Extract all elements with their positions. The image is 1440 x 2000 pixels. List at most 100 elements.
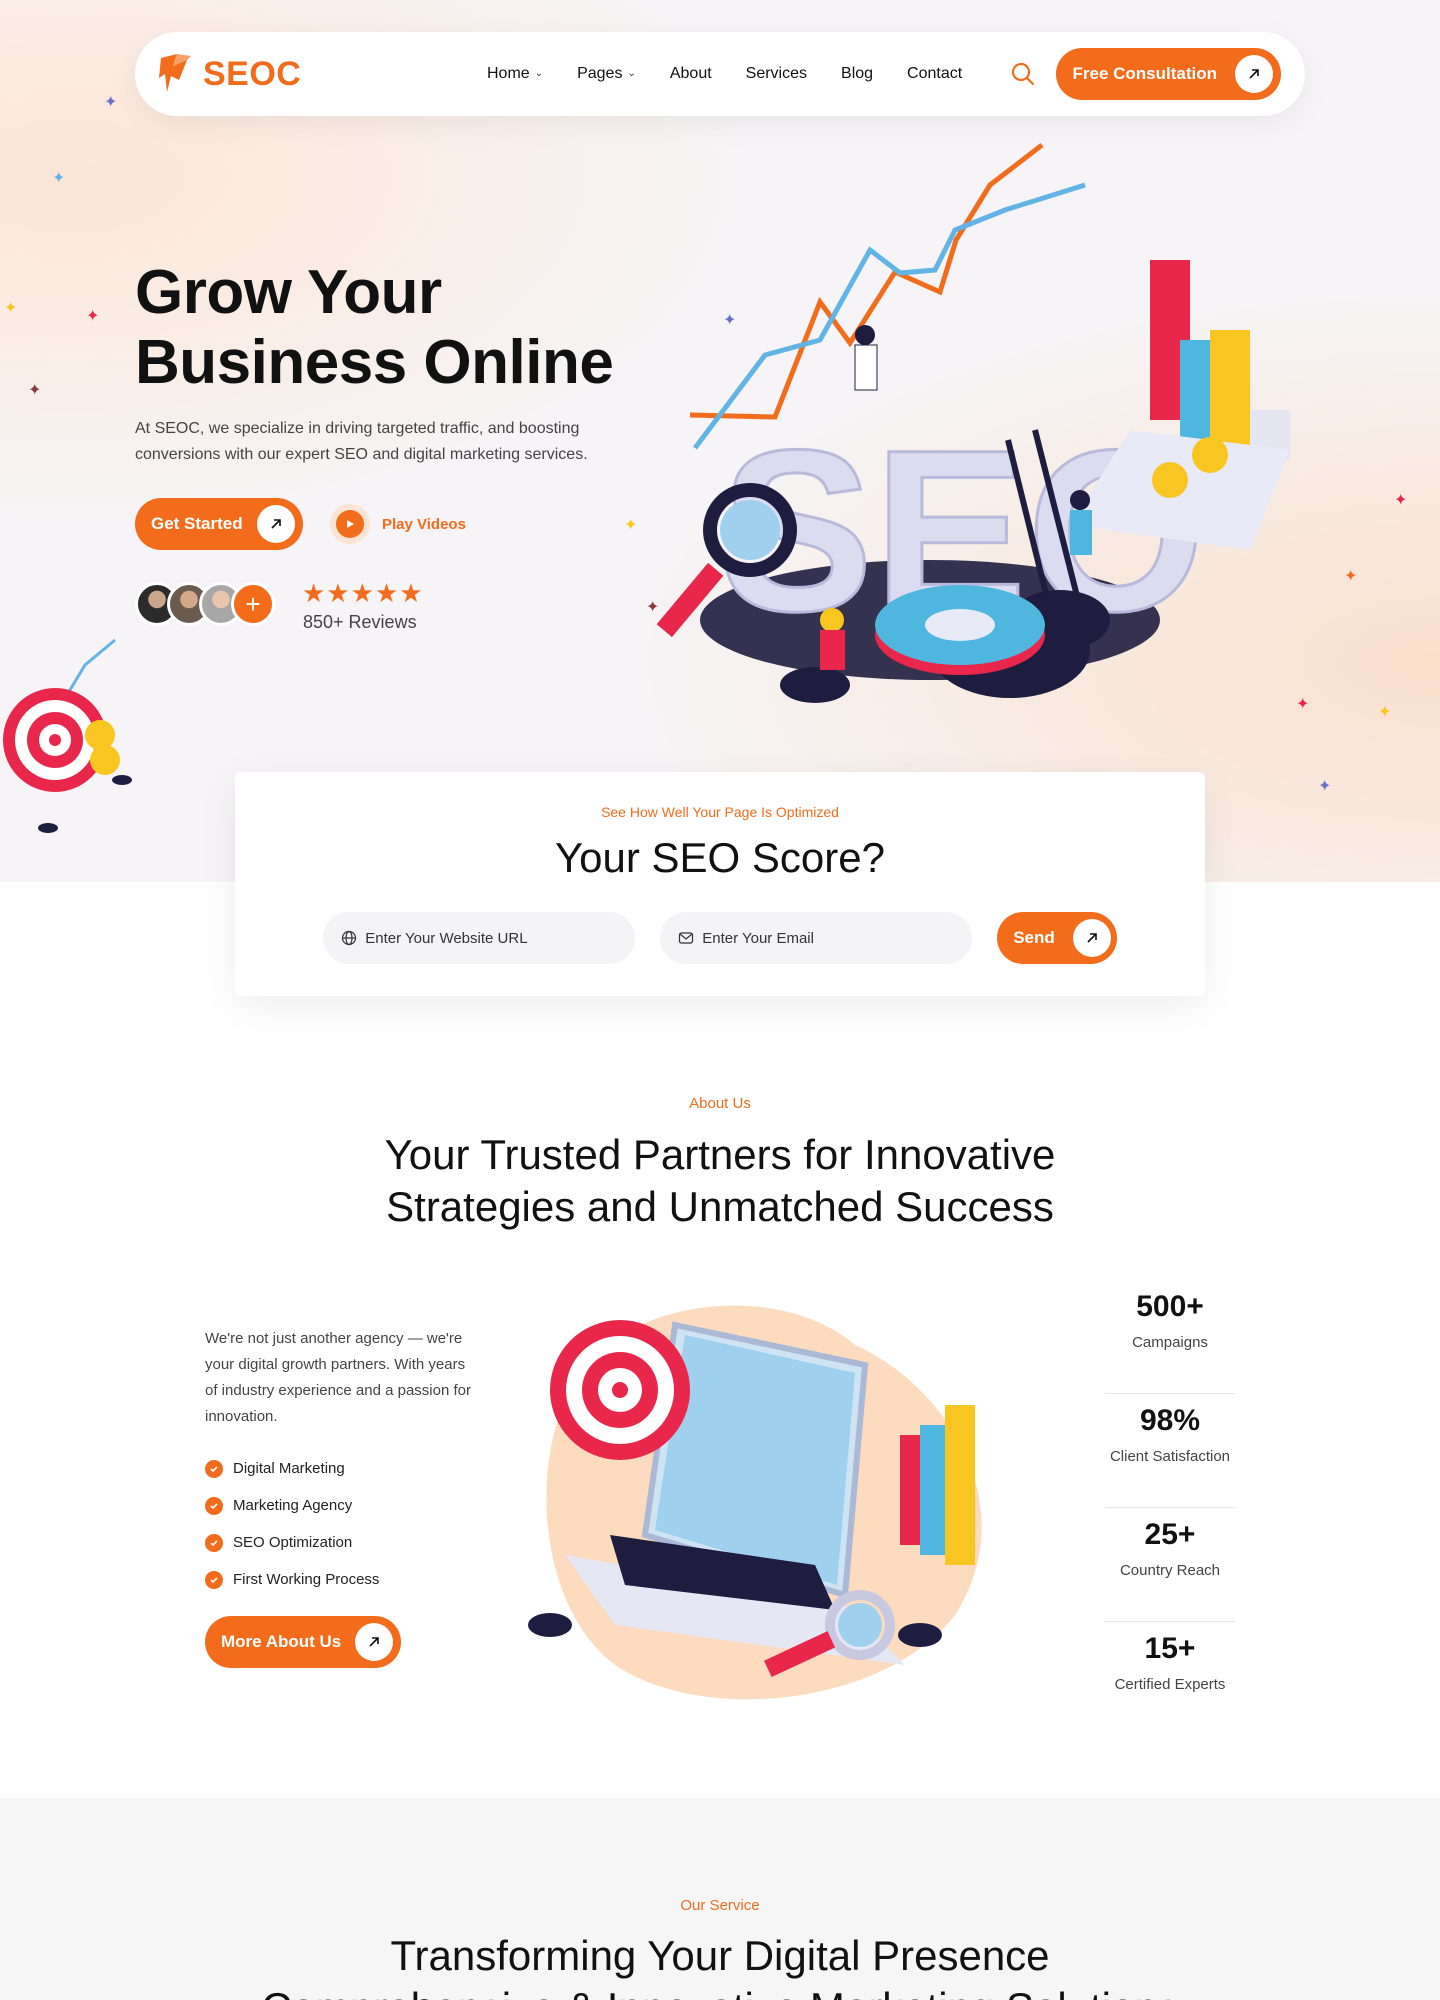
services-subtitle: Our Service	[680, 1897, 760, 1914]
nav-item-about[interactable]: About	[670, 65, 712, 83]
list-item: SEO Optimization	[205, 1524, 379, 1561]
about-illustration	[528, 1305, 982, 1700]
reviews-count: 850+ Reviews	[303, 612, 417, 632]
about-title-line2: Strategies and Unmatched Success	[386, 1183, 1054, 1230]
nav-label: About	[669, 65, 712, 82]
about-title: Your Trusted Partners for Innovative Str…	[0, 1129, 1440, 1233]
stat-label: Campaigns	[1132, 1334, 1208, 1351]
list-item: Digital Marketing	[205, 1450, 379, 1487]
logo-icon	[159, 54, 191, 92]
nav-label: Blog	[841, 65, 874, 82]
nav-item-blog[interactable]: Blog	[841, 65, 873, 83]
get-started-button[interactable]: Get Started	[135, 498, 303, 550]
target-illustration	[3, 638, 132, 833]
services-title-line1: Transforming Your Digital Presence	[390, 1932, 1050, 1979]
seo-score-card: See How Well Your Page Is Optimized Your…	[235, 772, 1205, 996]
nav-item-pages[interactable]: Pages ⌄	[577, 65, 636, 83]
sparkle-icon: ✦	[646, 599, 660, 616]
nav-label: Home	[487, 65, 530, 82]
chevron-down-icon: ⌄	[627, 67, 636, 79]
list-item: Marketing Agency	[205, 1487, 379, 1524]
stat-value: 25+	[1144, 1518, 1196, 1551]
sparkle-icon: ✦	[86, 308, 100, 325]
sparkle-icon: ✦	[624, 517, 638, 534]
about-stats: 500+ Campaigns 98% Client Satisfaction 25+…	[1105, 1280, 1235, 1736]
sparkle-icon: ✦	[1318, 778, 1332, 795]
sparkle-icon: ✦	[28, 382, 42, 399]
seo-score-title: Your SEO Score?	[555, 834, 885, 881]
input-placeholder: Enter Your Email	[702, 929, 814, 947]
about-title-line1: Your Trusted Partners for Innovative	[384, 1131, 1056, 1178]
button-label: Send	[1013, 928, 1055, 947]
more-about-us-button[interactable]: More About Us	[205, 1616, 402, 1668]
about-subtitle: About Us	[689, 1095, 751, 1112]
email-input[interactable]: Enter Your Email	[660, 912, 973, 964]
nav-item-home[interactable]: Home ⌄	[487, 65, 543, 83]
seo-hero-illustration: SEO	[656, 143, 1290, 703]
stat-label: Certified Experts	[1114, 1676, 1226, 1693]
free-consultation-button[interactable]: Free Consultation	[1056, 48, 1281, 100]
list-item-label: Marketing Agency	[233, 1497, 353, 1514]
services-title-line2: Comprehensive & Innovative Marketing Sol…	[0, 1982, 1440, 2000]
website-url-input[interactable]: Enter Your Website URL	[323, 912, 636, 964]
sparkle-icon: ✦	[1296, 696, 1310, 713]
list-item: First Working Process	[205, 1561, 379, 1598]
arrow-up-right-icon	[256, 505, 295, 543]
search-icon[interactable]	[1010, 61, 1036, 87]
sparkle-icon: ✦	[1378, 704, 1392, 721]
stat-value: 15+	[1144, 1632, 1196, 1665]
sparkle-icon: ✦	[4, 300, 18, 317]
logo-text: SEOC	[203, 54, 302, 93]
stat-value: 98%	[1139, 1404, 1201, 1437]
nav-label: Services	[745, 65, 808, 82]
about-description: We're not just another agency — we're yo…	[205, 1330, 471, 1425]
check-icon	[205, 1496, 223, 1515]
sparkle-icon: ✦	[104, 94, 118, 111]
nav-item-contact[interactable]: Contact	[907, 65, 962, 83]
button-label: Play Videos	[382, 515, 466, 533]
seo-score-form: Enter Your Website URL Enter Your Email …	[235, 912, 1205, 964]
sparkle-icon: ✦	[723, 312, 737, 329]
hero-title-line1: Grow Your	[135, 258, 442, 327]
rating-stars: ★★★★★	[302, 578, 424, 608]
seo-score-subtitle: See How Well Your Page Is Optimized	[601, 804, 839, 820]
stat-item: 98% Client Satisfaction	[1105, 1394, 1235, 1508]
check-icon	[205, 1459, 223, 1478]
send-button[interactable]: Send	[997, 912, 1117, 964]
button-label: More About Us	[221, 1632, 342, 1651]
button-label: Free Consultation	[1072, 64, 1217, 83]
logo[interactable]: SEOC	[157, 52, 417, 96]
sparkle-icon: ✦	[52, 170, 66, 187]
globe-icon	[342, 930, 357, 946]
stat-label: Country Reach	[1119, 1562, 1221, 1579]
reviewer-avatars: +	[135, 582, 275, 626]
chevron-down-icon: ⌄	[534, 67, 544, 79]
stat-item: 500+ Campaigns	[1105, 1280, 1235, 1394]
nav-label: Pages	[577, 65, 623, 82]
hero-description: At SEOC, we specialize in driving target…	[135, 420, 588, 463]
main-menu: Home ⌄ Pages ⌄ About Services Blog Contact	[487, 65, 962, 83]
play-videos-button[interactable]: Play Videos	[330, 504, 466, 544]
services-title: Transforming Your Digital Presence Compr…	[0, 1930, 1440, 2000]
about-checklist: Digital Marketing Marketing Agency SEO O…	[205, 1450, 379, 1598]
input-placeholder: Enter Your Website URL	[365, 929, 528, 947]
nav-label: Contact	[907, 65, 963, 82]
mail-icon	[679, 932, 694, 944]
stat-item: 15+ Certified Experts	[1105, 1622, 1235, 1736]
list-item-label: SEO Optimization	[233, 1534, 353, 1551]
stat-value: 500+	[1136, 1290, 1204, 1323]
stat-label: Client Satisfaction	[1109, 1448, 1231, 1465]
sparkle-icon: ✦	[1394, 492, 1408, 509]
button-label: Get Started	[151, 514, 243, 533]
play-icon	[330, 504, 370, 544]
list-item-label: Digital Marketing	[233, 1460, 345, 1477]
arrow-up-right-icon	[1072, 919, 1111, 957]
hero-title: Grow Your Business Online	[135, 258, 614, 398]
arrow-up-right-icon	[355, 1623, 394, 1661]
nav-item-services[interactable]: Services	[746, 65, 807, 83]
stat-item: 25+ Country Reach	[1105, 1508, 1235, 1622]
sparkle-icon: ✦	[1344, 568, 1358, 585]
arrow-up-right-icon	[1235, 55, 1273, 93]
check-icon	[205, 1570, 223, 1589]
add-icon: +	[231, 582, 275, 626]
